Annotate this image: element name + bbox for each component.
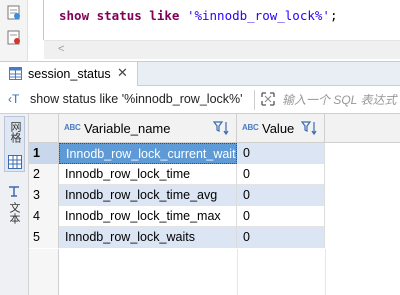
sql-expression-input[interactable] (282, 91, 400, 109)
row-number[interactable]: 2 (29, 164, 59, 185)
grid-view-label: 网格 (9, 121, 21, 143)
sql-editor[interactable]: show status like '%innodb_row_lock%'; < (0, 0, 400, 61)
results-grid: ABC Variable_name ABC Value 1 Innodb_row… (29, 114, 400, 295)
text-view-label: 文本 (8, 202, 20, 224)
expand-filter-icon[interactable] (260, 91, 276, 107)
string-type-icon: ABC (242, 123, 259, 132)
editor-gutter (0, 0, 28, 61)
table-row[interactable]: 3 Innodb_row_lock_time_avg 0 (29, 185, 325, 206)
cell-value[interactable]: 0 (237, 227, 325, 248)
text-icon (9, 186, 19, 197)
cell-variable-name[interactable]: Innodb_row_lock_time_avg (59, 185, 237, 206)
cell-value[interactable]: 0 (237, 185, 325, 206)
editor-ruler (43, 0, 44, 40)
table-row[interactable]: 5 Innodb_row_lock_waits 0 (29, 227, 325, 248)
row-number[interactable]: 5 (29, 227, 59, 248)
filter-bar: ‹T show status like '%innodb_row_lock%' (0, 87, 400, 114)
tab-session-status[interactable]: session_status ✕ (0, 62, 138, 86)
row-header-empty (29, 249, 59, 295)
cell-variable-name[interactable]: Innodb_row_lock_waits (59, 227, 237, 248)
cell-variable-name[interactable]: Innodb_row_lock_current_waits (59, 143, 237, 164)
table-row[interactable]: 4 Innodb_row_lock_time_max 0 (29, 206, 325, 227)
grid-header: ABC Variable_name ABC Value (29, 114, 400, 143)
cell-value[interactable]: 0 (237, 206, 325, 227)
sql-string-literal: '%innodb_row_lock%' (186, 8, 330, 23)
cell-value[interactable]: 0 (237, 164, 325, 185)
column-header-variable-name[interactable]: ABC Variable_name (59, 114, 237, 143)
horizontal-scrollbar[interactable]: < (44, 40, 400, 59)
filter-divider (254, 90, 255, 110)
grid-view-button[interactable]: 网格 (4, 116, 25, 172)
row-number[interactable]: 1 (29, 143, 59, 164)
close-icon[interactable]: ✕ (117, 65, 128, 81)
execute-script-icon[interactable] (7, 30, 21, 45)
column-label: Variable_name (84, 121, 171, 136)
table-row[interactable]: 1 Innodb_row_lock_current_waits 0 (29, 143, 325, 164)
filter-query-text[interactable]: show status like '%innodb_row_lock%' (30, 92, 243, 106)
results-tab-bar: session_status ✕ (0, 61, 400, 86)
grid-icon (8, 155, 22, 169)
table-icon (9, 67, 22, 80)
sql-keyword: show status like (59, 8, 180, 23)
cell-value[interactable]: 0 (237, 143, 325, 164)
column-divider (325, 249, 326, 295)
view-switcher: 网格 文本 (0, 114, 29, 295)
tab-label: session_status (28, 67, 111, 81)
sql-script-icon[interactable] (7, 5, 21, 20)
sql-semicolon: ; (329, 8, 338, 23)
row-number[interactable]: 4 (29, 206, 59, 227)
scroll-left-arrow[interactable]: < (58, 43, 64, 55)
row-number[interactable]: 3 (29, 185, 59, 206)
filter-sort-icon[interactable] (301, 120, 319, 136)
column-label: Value (262, 121, 295, 136)
cell-variable-name[interactable]: Innodb_row_lock_time_max (59, 206, 237, 227)
column-divider (237, 249, 238, 295)
text-view-button[interactable]: 文本 (4, 184, 25, 234)
sql-filter-icon: ‹T (8, 92, 20, 106)
filter-sort-icon[interactable] (213, 120, 231, 136)
sql-statement[interactable]: show status like '%innodb_row_lock%'; (59, 8, 337, 23)
string-type-icon: ABC (64, 123, 81, 132)
grid-corner[interactable] (29, 114, 59, 143)
column-header-value[interactable]: ABC Value (237, 114, 325, 143)
table-row[interactable]: 2 Innodb_row_lock_time 0 (29, 164, 325, 185)
cell-variable-name[interactable]: Innodb_row_lock_time (59, 164, 237, 185)
